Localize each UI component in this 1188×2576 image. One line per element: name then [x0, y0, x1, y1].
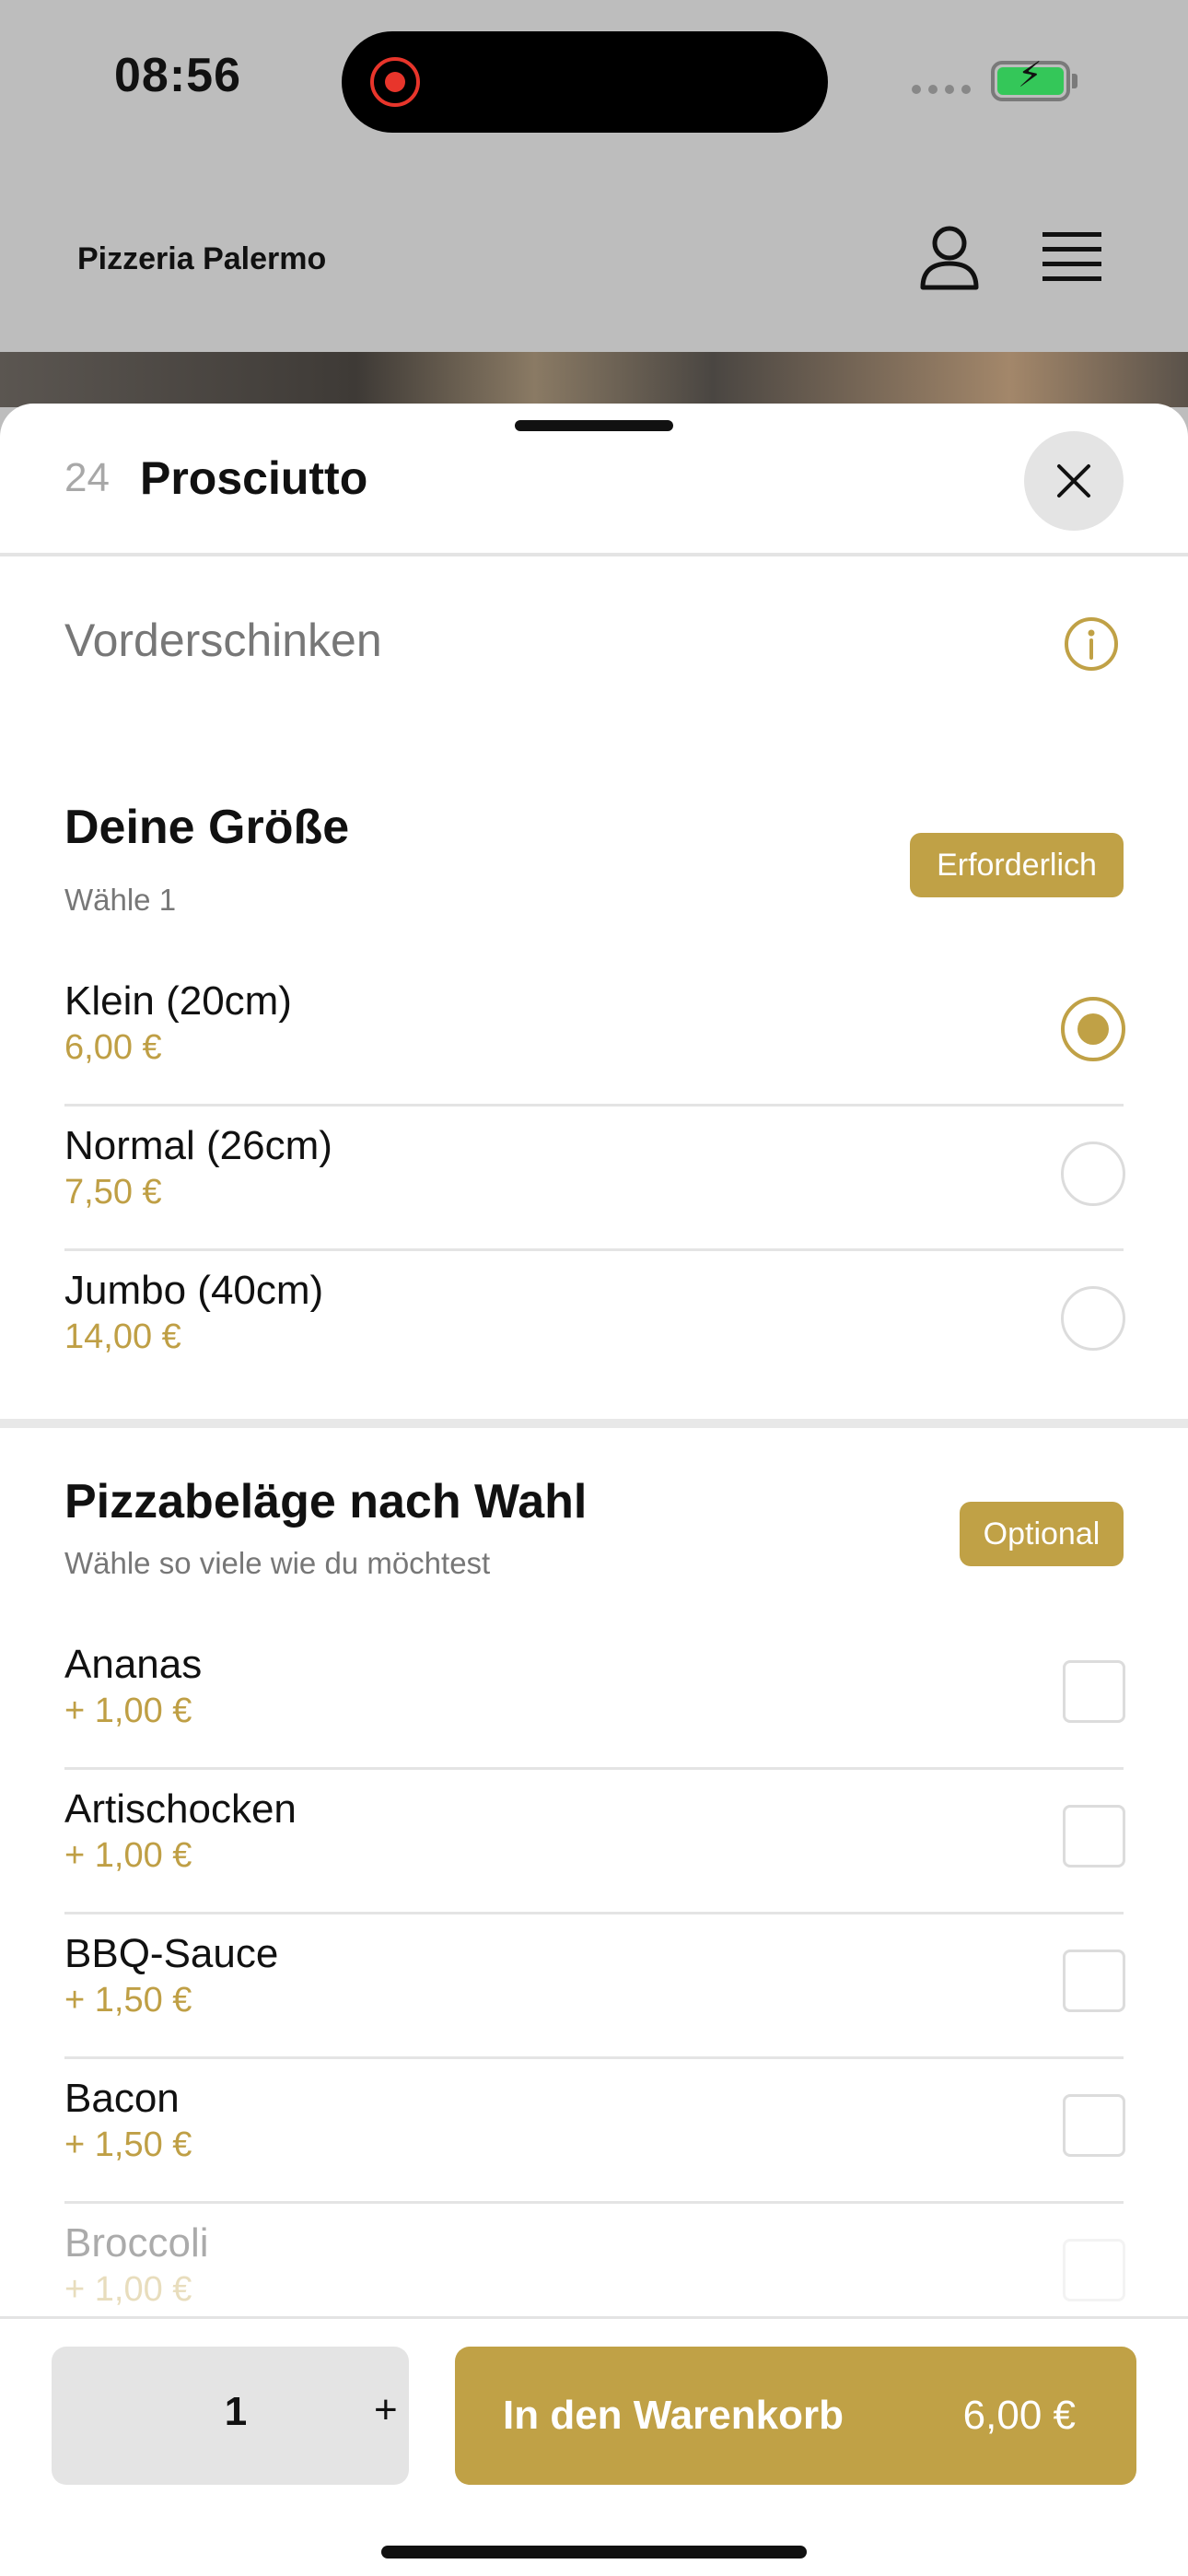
- topping-price: + 1,50 €: [64, 2125, 192, 2164]
- add-to-cart-price: 6,00 €: [962, 2393, 1076, 2438]
- optional-badge: Optional: [960, 1502, 1124, 1566]
- size-option-price: 14,00 €: [64, 1317, 181, 1356]
- info-icon[interactable]: [1063, 615, 1120, 673]
- status-bar: 08:56 ⚡: [0, 0, 1188, 166]
- required-badge: Erforderlich: [910, 833, 1124, 897]
- topping-label: BBQ-Sauce: [64, 1931, 279, 1976]
- close-button[interactable]: [1024, 431, 1124, 531]
- recording-icon: [370, 57, 420, 107]
- size-section-title: Deine Größe: [64, 801, 350, 854]
- size-option-price: 6,00 €: [64, 1028, 162, 1067]
- bottom-action-bar: 1 + In den Warenkorb 6,00 €: [0, 2316, 1188, 2576]
- user-icon[interactable]: [917, 225, 982, 291]
- topping-checkbox[interactable]: [1063, 1950, 1125, 2012]
- topping-price: + 1,00 €: [64, 1836, 192, 1875]
- size-option-label: Jumbo (40cm): [64, 1268, 324, 1313]
- size-option-label: Klein (20cm): [64, 978, 292, 1024]
- topping-label: Artischocken: [64, 1786, 297, 1832]
- topping-label: Broccoli: [64, 2220, 209, 2266]
- size-radio[interactable]: [1061, 1142, 1125, 1206]
- topping-checkbox[interactable]: [1063, 2239, 1125, 2301]
- size-option-label: Normal (26cm): [64, 1123, 332, 1168]
- quantity-stepper: 1 +: [52, 2347, 409, 2485]
- topping-label: Bacon: [64, 2076, 180, 2121]
- topping-price: + 1,50 €: [64, 1981, 192, 2020]
- add-to-cart-button[interactable]: In den Warenkorb 6,00 €: [455, 2347, 1136, 2485]
- close-icon: [1057, 464, 1090, 498]
- quantity-value: 1: [224, 2389, 248, 2434]
- topping-option[interactable]: BBQ-Sauce + 1,50 €: [64, 1914, 1125, 2059]
- topping-price: + 1,00 €: [64, 1692, 192, 1730]
- topping-option[interactable]: Artischocken + 1,00 €: [64, 1770, 1125, 1914]
- item-description: Vorderschinken: [64, 615, 382, 666]
- size-section-subtitle: Wähle 1: [64, 883, 177, 917]
- home-indicator: [381, 2546, 807, 2558]
- toppings-section-subtitle: Wähle so viele wie du möchtest: [64, 1546, 491, 1580]
- item-number: 24: [64, 455, 110, 500]
- size-option[interactable]: Klein (20cm) 6,00 €: [64, 962, 1125, 1107]
- size-radio[interactable]: [1061, 1286, 1125, 1351]
- dynamic-island: [342, 31, 828, 133]
- section-divider: [0, 1419, 1188, 1428]
- signal-icon: [912, 85, 971, 94]
- sheet-header: 24 Prosciutto: [0, 404, 1188, 556]
- topping-option[interactable]: Ananas + 1,00 €: [64, 1625, 1125, 1770]
- topping-checkbox[interactable]: [1063, 1805, 1125, 1868]
- hero-image: [0, 352, 1188, 407]
- brand-name[interactable]: Pizzeria Palermo: [77, 241, 326, 277]
- topping-option[interactable]: Bacon + 1,50 €: [64, 2059, 1125, 2204]
- increment-button[interactable]: +: [374, 2387, 398, 2433]
- item-title: Prosciutto: [140, 452, 368, 504]
- topping-checkbox[interactable]: [1063, 2094, 1125, 2157]
- size-option[interactable]: Normal (26cm) 7,50 €: [64, 1107, 1125, 1251]
- product-sheet: 24 Prosciutto Vorderschinken Deine Größe…: [0, 404, 1188, 2576]
- topping-checkbox[interactable]: [1063, 1660, 1125, 1723]
- toppings-section-title: Pizzabeläge nach Wahl: [64, 1475, 588, 1528]
- size-option[interactable]: Jumbo (40cm) 14,00 €: [64, 1251, 1125, 1396]
- add-to-cart-label: In den Warenkorb: [503, 2393, 844, 2438]
- topping-label: Ananas: [64, 1642, 203, 1687]
- battery-cap: [1072, 74, 1077, 88]
- size-option-price: 7,50 €: [64, 1173, 162, 1212]
- size-radio-selected[interactable]: [1061, 997, 1125, 1061]
- app-header: Pizzeria Palermo: [0, 166, 1188, 352]
- hamburger-menu-icon[interactable]: [1042, 232, 1101, 284]
- battery-icon: ⚡: [991, 56, 1070, 101]
- clock: 08:56: [114, 49, 241, 102]
- topping-price: + 1,00 €: [64, 2270, 192, 2309]
- charging-bolt-icon: ⚡: [1018, 56, 1042, 95]
